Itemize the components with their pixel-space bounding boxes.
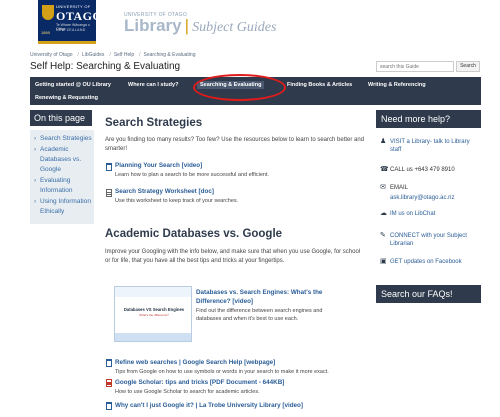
breadcrumb-separator: / <box>77 52 79 58</box>
refine-web-desc: Tips from Google on how to use symbols o… <box>115 369 329 375</box>
site-header: UNIVERSITY OF OTAGO Te Whare Wānanga o O… <box>0 0 500 46</box>
planning-search-link[interactable]: Planning Your Search [video] <box>115 162 202 169</box>
help-call-text: CALL us +643 479 8910 <box>390 167 455 173</box>
search-button[interactable]: Search <box>456 61 480 72</box>
facebook-icon: ▣ <box>380 258 387 265</box>
pdf-icon <box>105 379 113 388</box>
search-faqs-heading: Search our FAQs! <box>376 285 481 303</box>
on-this-page-list: Search Strategies Academic Databases vs.… <box>30 130 94 224</box>
planning-search-desc: Learn how to plan a search to be more su… <box>115 172 269 178</box>
help-connect-text[interactable]: CONNECT with your Subject Librarian <box>390 232 480 248</box>
thumbnail-footer <box>115 333 191 341</box>
page-title: Self Help: Searching & Evaluating <box>30 61 181 72</box>
breadcrumb-separator: / <box>109 52 111 58</box>
on-this-page-heading: On this page <box>30 110 92 126</box>
page-link-evaluating[interactable]: Evaluating Information <box>34 176 92 196</box>
crest-icon <box>42 5 54 20</box>
thumbnail-title: Databases VS Search Engines <box>123 307 185 312</box>
databases-vs-search-link[interactable]: Databases vs. Search Engines: What's the… <box>196 288 346 306</box>
video-icon <box>105 402 113 411</box>
tab-renewing-requesting[interactable]: Renewing & Requesting <box>35 95 98 101</box>
breadcrumb-item[interactable]: Self Help <box>114 52 134 58</box>
highlight-annotation <box>193 74 286 101</box>
tab-finding-books[interactable]: Finding Books & Articles <box>287 82 352 88</box>
person-icon: ♟ <box>380 138 387 145</box>
refine-web-link[interactable]: Refine web searches | Google Search Help… <box>115 359 275 366</box>
google-scholar-desc: How to use Google Scholar to search for … <box>115 389 260 395</box>
breadcrumb: University of Otago / LibGuides / Self Help /… <box>30 52 198 58</box>
thumbnail-subtitle: What's the difference? <box>139 313 169 317</box>
breadcrumb-item[interactable]: LibGuides <box>82 52 105 58</box>
video-thumbnail[interactable]: Databases VS Search Engines What's the d… <box>114 286 192 342</box>
help-item-email: ✉ EMAIL ask.library@otago.ac.nz <box>380 184 481 202</box>
help-email-label: EMAIL <box>390 185 409 191</box>
worksheet-desc: Use this worksheet to keep track of your… <box>115 198 239 204</box>
need-more-help-heading: Need more help? <box>376 110 481 128</box>
breadcrumb-separator: / <box>139 52 141 58</box>
section-title-databases: Academic Databases vs. Google <box>105 228 283 240</box>
why-cant-google-link[interactable]: Why can't I just Google it? | La Trobe U… <box>115 402 303 409</box>
logo-country-text: NEW ZEALAND <box>56 28 86 32</box>
google-scholar-link[interactable]: Google Scholar: tips and tricks [PDF Doc… <box>115 379 284 386</box>
help-item-call: ☎ CALL us +643 479 8910 <box>380 166 481 176</box>
page-link-ethics[interactable]: Using Information Ethically <box>34 197 92 217</box>
page-link-databases[interactable]: Academic Databases vs. Google <box>34 145 92 175</box>
tab-where-study[interactable]: Where can I study? <box>128 82 178 88</box>
connect-icon: ✎ <box>380 232 386 239</box>
section-title-search-strategies: Search Strategies <box>105 117 203 129</box>
search-strategies-intro: Are you finding too many results? Too fe… <box>105 137 365 152</box>
help-facebook-text[interactable]: GET updates on Facebook <box>390 258 480 266</box>
databases-vs-search-desc: Find out the difference between search e… <box>196 308 323 322</box>
email-icon: ✉ <box>380 184 386 191</box>
video-icon <box>105 163 113 172</box>
logo-est-text: 1869 <box>41 30 50 35</box>
help-chat-text[interactable]: IM us on LibChat <box>390 210 480 218</box>
subject-guides-label: Subject Guides <box>192 20 277 35</box>
breadcrumb-item[interactable]: University of Otago <box>30 52 73 58</box>
header-separator: | <box>184 16 190 35</box>
webpage-icon <box>105 359 113 368</box>
chat-icon: ☁ <box>380 210 387 217</box>
library-label: Library <box>124 16 182 35</box>
worksheet-link[interactable]: Search Strategy Worksheet [doc] <box>115 188 214 195</box>
help-item-visit[interactable]: ♟ VISIT a Library- talk to Library staff <box>380 138 481 156</box>
tab-getting-started[interactable]: Getting started @ OU Library <box>35 82 111 88</box>
document-icon <box>105 189 113 198</box>
help-email-address[interactable]: ask.library@otago.ac.nz <box>390 194 480 202</box>
phone-icon: ☎ <box>380 166 389 173</box>
breadcrumb-item-current: Searching & Evaluating <box>143 52 196 58</box>
page-link-search-strategies[interactable]: Search Strategies <box>34 134 92 144</box>
header-title[interactable]: Library | Subject Guides <box>124 16 276 36</box>
tab-writing-referencing[interactable]: Writing & Referencing <box>368 82 426 88</box>
help-item-chat[interactable]: ☁ IM us on LibChat <box>380 210 481 220</box>
guide-search-input[interactable] <box>376 61 454 72</box>
thumbnail-header <box>115 287 191 297</box>
logo-name-text: OTAGO <box>56 9 103 23</box>
otago-logo[interactable]: UNIVERSITY OF OTAGO Te Whare Wānanga o O… <box>38 0 102 44</box>
help-visit-text[interactable]: VISIT a Library- talk to Library staff <box>390 138 480 154</box>
help-item-connect[interactable]: ✎ CONNECT with your Subject Librarian <box>380 232 481 250</box>
databases-intro: Improve your Googling with the info belo… <box>105 249 361 264</box>
help-item-facebook[interactable]: ▣ GET updates on Facebook <box>380 258 481 268</box>
